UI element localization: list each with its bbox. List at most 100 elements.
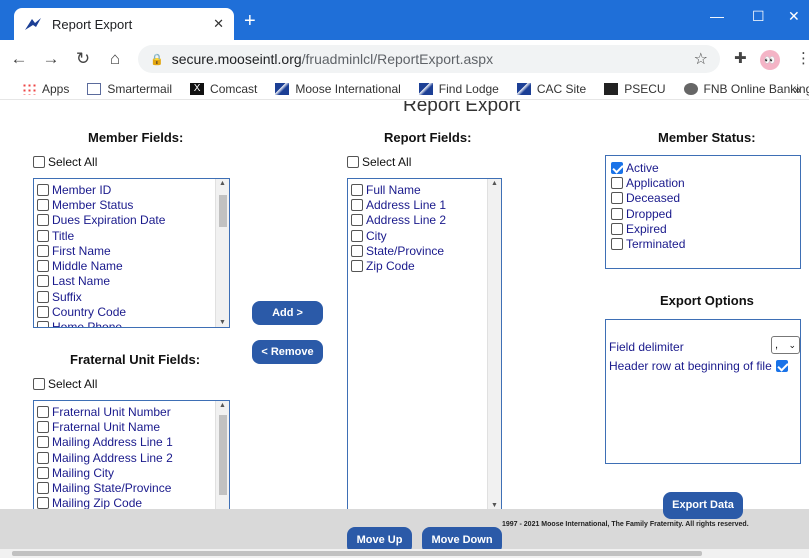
member-fields-scrollbar[interactable]: ▲ ▼ <box>215 179 229 327</box>
report-fields-select-all[interactable]: Select All <box>347 155 411 169</box>
item-checkbox[interactable] <box>611 192 623 205</box>
list-item[interactable]: Deceased <box>608 191 800 206</box>
maximize-icon[interactable]: ☐ <box>752 8 765 25</box>
bookmark-star-icon[interactable]: ☆ <box>694 49 708 69</box>
item-checkbox[interactable] <box>37 405 49 418</box>
scroll-down-arrow-icon[interactable]: ▼ <box>219 319 226 326</box>
item-checkbox[interactable] <box>37 420 49 433</box>
list-item[interactable]: Dues Expiration Date <box>34 213 229 228</box>
add-button[interactable]: Add > <box>252 301 323 325</box>
close-window-icon[interactable]: ✕ <box>788 8 800 25</box>
bookmark-cac-site[interactable]: CAC Site <box>516 82 586 96</box>
avatar[interactable]: 👀 <box>760 50 780 70</box>
scroll-up-arrow-icon[interactable]: ▲ <box>219 402 226 409</box>
list-item[interactable]: Title <box>34 228 229 243</box>
item-checkbox[interactable] <box>611 238 623 251</box>
scroll-up-arrow-icon[interactable]: ▲ <box>491 180 498 187</box>
list-item[interactable]: Dropped <box>608 206 800 221</box>
bookmark-psecu[interactable]: PSECU <box>604 82 666 96</box>
list-item[interactable]: Terminated <box>608 236 800 251</box>
item-checkbox[interactable] <box>37 183 49 196</box>
list-item[interactable]: Active <box>608 160 800 175</box>
list-item[interactable]: Middle Name <box>34 258 229 273</box>
report-fields-list[interactable]: Full Name Address Line 1 Address Line 2 Cit… <box>347 178 502 511</box>
item-checkbox[interactable] <box>37 275 49 288</box>
list-item[interactable]: Member ID <box>34 182 229 197</box>
list-item[interactable]: Mailing State/Province <box>34 480 229 495</box>
scroll-down-arrow-icon[interactable]: ▼ <box>491 502 498 509</box>
list-item[interactable]: State/Province <box>348 243 501 258</box>
minimize-icon[interactable]: — <box>710 8 724 24</box>
list-item[interactable]: Address Line 1 <box>348 197 501 212</box>
remove-button[interactable]: < Remove <box>252 340 323 364</box>
list-item[interactable]: Address Line 2 <box>348 213 501 228</box>
new-tab-icon[interactable]: + <box>244 11 256 31</box>
member-fields-select-all[interactable]: Select All <box>33 155 97 169</box>
bookmark-smartermail[interactable]: Smartermail <box>87 82 172 96</box>
item-checkbox[interactable] <box>37 321 49 327</box>
menu-kebab-icon[interactable]: ⋮ <box>796 49 809 67</box>
list-item[interactable]: Mailing Address Line 2 <box>34 450 229 465</box>
browser-tab[interactable]: Report Export ✕ <box>14 8 234 40</box>
item-checkbox[interactable] <box>351 260 363 273</box>
select-all-checkbox[interactable] <box>33 378 45 390</box>
item-checkbox[interactable] <box>37 244 49 257</box>
list-item[interactable]: Expired <box>608 221 800 236</box>
member-fields-list[interactable]: Member ID Member Status Dues Expiration Da… <box>33 178 230 328</box>
item-checkbox[interactable] <box>37 306 49 319</box>
list-item[interactable]: Member Status <box>34 197 229 212</box>
item-checkbox[interactable] <box>37 451 49 464</box>
item-checkbox[interactable] <box>37 260 49 273</box>
item-checkbox[interactable] <box>37 198 49 211</box>
bookmarks-more-icon[interactable]: » <box>794 82 801 97</box>
item-checkbox[interactable] <box>351 229 363 242</box>
item-checkbox[interactable] <box>37 229 49 242</box>
list-item[interactable]: Mailing City <box>34 465 229 480</box>
bookmark-comcast[interactable]: X Comcast <box>190 82 257 96</box>
back-icon[interactable]: ← <box>6 49 32 69</box>
item-checkbox[interactable] <box>37 466 49 479</box>
list-item[interactable]: First Name <box>34 243 229 258</box>
list-item[interactable]: Full Name <box>348 182 501 197</box>
item-checkbox[interactable] <box>37 482 49 495</box>
item-checkbox[interactable] <box>611 176 623 189</box>
item-checkbox[interactable] <box>611 207 623 220</box>
export-data-button[interactable]: Export Data <box>663 492 743 519</box>
address-bar[interactable]: 🔒 secure.mooseintl.org/fruadminlcl/Repor… <box>138 45 720 73</box>
report-fields-scrollbar[interactable]: ▲ ▼ <box>487 179 501 510</box>
home-icon[interactable]: ⌂ <box>102 49 128 69</box>
list-item[interactable]: Suffix <box>34 289 229 304</box>
item-checkbox[interactable] <box>351 198 363 211</box>
bookmark-find-lodge[interactable]: Find Lodge <box>418 82 499 96</box>
list-item[interactable]: Last Name <box>34 274 229 289</box>
list-item[interactable]: Country Code <box>34 304 229 319</box>
list-item[interactable]: Fraternal Unit Number <box>34 404 229 419</box>
list-item[interactable]: Application <box>608 175 800 190</box>
select-all-checkbox[interactable] <box>347 156 359 168</box>
list-item[interactable]: City <box>348 228 501 243</box>
forward-icon[interactable]: → <box>38 49 64 69</box>
list-item[interactable]: Fraternal Unit Name <box>34 419 229 434</box>
bookmark-moose-international[interactable]: Moose International <box>275 82 401 96</box>
extensions-puzzle-icon[interactable]: ✚ <box>734 49 747 67</box>
item-checkbox[interactable] <box>37 497 49 510</box>
item-checkbox[interactable] <box>351 183 363 196</box>
item-checkbox[interactable] <box>37 214 49 227</box>
item-checkbox[interactable] <box>351 244 363 257</box>
item-checkbox[interactable] <box>37 290 49 303</box>
select-all-checkbox[interactable] <box>33 156 45 168</box>
header-row-checkbox[interactable] <box>775 360 788 372</box>
bookmark-fnb[interactable]: FNB Online Banking <box>683 82 809 96</box>
list-item[interactable]: Zip Code <box>348 258 501 273</box>
list-item[interactable]: Home Phone <box>34 320 229 327</box>
item-checkbox[interactable] <box>611 222 623 235</box>
horizontal-scrollbar[interactable] <box>0 549 809 558</box>
reload-icon[interactable]: ↻ <box>70 49 96 69</box>
scroll-up-arrow-icon[interactable]: ▲ <box>219 180 226 187</box>
item-checkbox[interactable] <box>37 436 49 449</box>
item-checkbox[interactable] <box>611 161 623 174</box>
item-checkbox[interactable] <box>351 214 363 227</box>
header-row-option[interactable]: Header row at beginning of file <box>609 359 791 373</box>
fraternal-fields-select-all[interactable]: Select All <box>33 377 97 391</box>
field-delimiter-select[interactable]: , ⌄ <box>771 336 800 354</box>
